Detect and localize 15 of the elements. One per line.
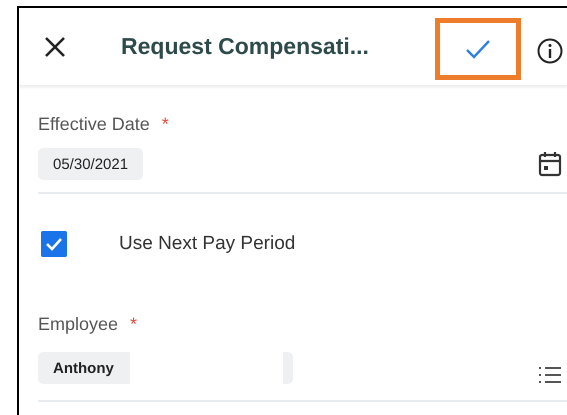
checkmark-icon <box>45 237 63 251</box>
date-field[interactable]: 05/30/2021 <box>38 148 144 180</box>
info-icon[interactable] <box>537 38 563 64</box>
field-label: Employee <box>38 314 118 335</box>
page-title: Request Compensati... <box>121 33 369 60</box>
close-icon[interactable] <box>43 34 67 58</box>
check-icon <box>465 39 491 59</box>
confirm-button[interactable] <box>435 18 521 80</box>
required-asterisk: * <box>162 114 169 135</box>
calendar-icon[interactable] <box>538 151 562 177</box>
required-asterisk: * <box>130 314 138 335</box>
field-label: Effective Date <box>38 114 150 135</box>
checkbox-label: Use Next Pay Period <box>119 233 296 255</box>
checkbox[interactable] <box>41 231 67 257</box>
employee-field[interactable]: Anthony <box>38 352 293 384</box>
